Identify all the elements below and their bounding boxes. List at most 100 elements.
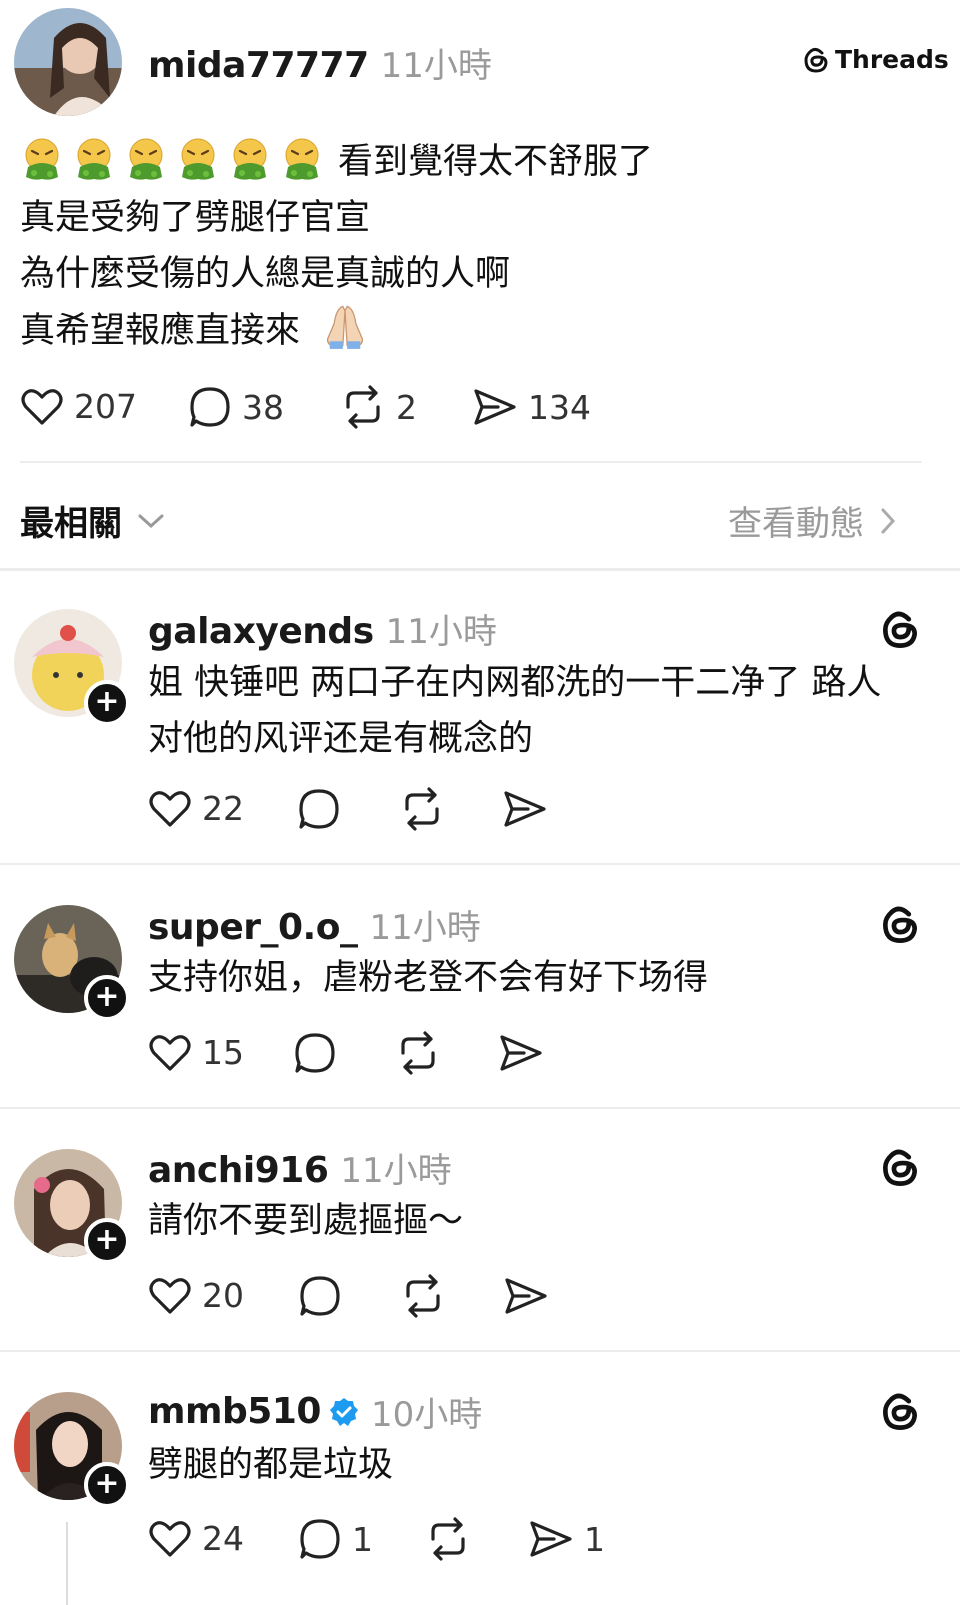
comment-time: 11小時 [369, 908, 481, 948]
comment-body: 支持你姐，虐粉老登不会有好下场得 [148, 950, 928, 1006]
threads-logo-icon[interactable] [880, 901, 920, 945]
send-icon [505, 1278, 547, 1314]
post-share-count: 134 [528, 387, 591, 427]
like-button[interactable]: 24 [148, 1517, 244, 1559]
comment-line: 支持你姐，虐粉老登不会有好下场得 [148, 958, 709, 998]
nauseated-face-icon [77, 138, 111, 180]
like-count: 15 [202, 1032, 244, 1072]
reply-count: 1 [352, 1519, 373, 1559]
repost-button[interactable] [425, 1517, 471, 1561]
chevron-right-icon [881, 508, 896, 533]
comment-header: galaxyends 11小時 [148, 604, 497, 653]
comment-header: mmb510 10小時 [148, 1387, 482, 1436]
send-icon [500, 1035, 542, 1071]
comment-icon [299, 789, 339, 829]
post-line-2: 真是受夠了劈腿仔官宣 [20, 198, 371, 238]
repost-button[interactable] [395, 1031, 441, 1075]
emoji-group [20, 138, 332, 182]
post-like-button[interactable]: 207 [20, 385, 137, 427]
repost-icon [405, 787, 439, 831]
like-count: 20 [202, 1275, 244, 1315]
repost-button[interactable] [399, 787, 445, 831]
post-reply-button[interactable]: 38 [188, 385, 284, 429]
heart-icon [21, 389, 63, 425]
post-line-1: 看到覺得太不舒服了 [20, 134, 940, 190]
like-button[interactable]: 20 [148, 1274, 244, 1316]
comment-header: anchi916 11小時 [148, 1143, 452, 1192]
comment-username[interactable]: galaxyends [148, 611, 374, 652]
heart-icon [149, 1521, 191, 1557]
post-time: 11小時 [380, 46, 492, 86]
follow-button[interactable]: + [84, 1462, 130, 1508]
nauseated-face-icon [129, 138, 163, 180]
comment-line: 劈腿的都是垃圾 [148, 1445, 394, 1485]
sort-dropdown[interactable]: 最相關 [20, 496, 166, 545]
post-reply-count: 38 [242, 387, 284, 427]
comment-body: 姐 快锤吧 两口子在内网都洗的一干二净了 路人 对他的风评还是有概念的 [148, 655, 928, 767]
post-avatar[interactable] [14, 8, 122, 116]
post-repost-button[interactable]: 2 [340, 385, 417, 429]
follow-button[interactable]: + [84, 1218, 130, 1264]
follow-button[interactable]: + [84, 680, 130, 726]
comment-username[interactable]: super_0.o_ [148, 907, 358, 948]
reply-button[interactable] [298, 1274, 342, 1318]
thread-line [66, 1522, 68, 1605]
threads-logo-icon [804, 47, 828, 73]
send-icon [504, 791, 546, 827]
share-button[interactable] [498, 1031, 544, 1075]
heart-icon [149, 791, 191, 827]
divider [0, 1350, 960, 1352]
repost-icon [401, 1031, 435, 1075]
heart-icon [149, 1035, 191, 1071]
comment-line: 請你不要到處摳摳～ [148, 1201, 464, 1241]
like-button[interactable]: 22 [148, 787, 244, 829]
reply-button[interactable] [293, 1031, 337, 1075]
comment-time: 10小時 [370, 1395, 483, 1435]
share-button[interactable] [502, 787, 548, 831]
comment-icon [295, 1033, 335, 1073]
post-line-3: 為什麼受傷的人總是真誠的人啊 [20, 254, 511, 294]
repost-button[interactable] [400, 1274, 446, 1318]
share-button[interactable] [503, 1274, 549, 1318]
view-activity-link[interactable]: 查看動態 [728, 496, 898, 545]
like-button[interactable]: 15 [148, 1031, 244, 1073]
comment-line: 对他的风评还是有概念的 [148, 719, 534, 759]
threads-logo-icon[interactable] [880, 1144, 920, 1188]
repost-icon [431, 1517, 465, 1561]
share-count: 1 [584, 1519, 605, 1559]
like-count: 24 [202, 1518, 244, 1558]
folded-hands-icon [327, 305, 364, 349]
comment-body: 劈腿的都是垃圾 [148, 1437, 928, 1493]
divider [20, 461, 922, 463]
comment-icon [300, 1276, 340, 1316]
reply-button[interactable] [297, 787, 341, 831]
chevron-down-icon [138, 514, 164, 528]
threads-brand-label: Threads [835, 44, 949, 74]
threads-logo-icon[interactable] [880, 606, 920, 650]
send-icon [474, 389, 516, 425]
reply-button[interactable]: 1 [298, 1517, 373, 1561]
view-activity-label: 查看動態 [728, 504, 864, 544]
heart-icon [149, 1278, 191, 1314]
send-icon [530, 1521, 572, 1557]
like-count: 22 [202, 788, 244, 828]
post-line-4-text: 真希望報應直接來 [20, 311, 301, 351]
repost-icon [346, 385, 380, 429]
comment-body: 請你不要到處摳摳～ [148, 1193, 928, 1249]
post-like-count: 207 [74, 386, 137, 426]
divider [0, 1107, 960, 1109]
share-button[interactable]: 1 [528, 1517, 605, 1561]
comment-time: 11小時 [385, 612, 497, 652]
comment-username[interactable]: anchi916 [148, 1150, 329, 1191]
post-line-1-text: 看到覺得太不舒服了 [338, 142, 654, 182]
threads-logo-icon[interactable] [880, 1388, 920, 1432]
sort-label: 最相關 [20, 504, 122, 544]
post-repost-count: 2 [396, 387, 417, 427]
comment-username[interactable]: mmb510 [148, 1391, 321, 1432]
section-divider [0, 568, 960, 571]
follow-button[interactable]: + [84, 975, 130, 1021]
threads-brand: Threads [803, 44, 949, 74]
post-username[interactable]: mida77777 [148, 45, 369, 86]
post-share-button[interactable]: 134 [472, 385, 591, 429]
comment-icon [190, 387, 230, 427]
